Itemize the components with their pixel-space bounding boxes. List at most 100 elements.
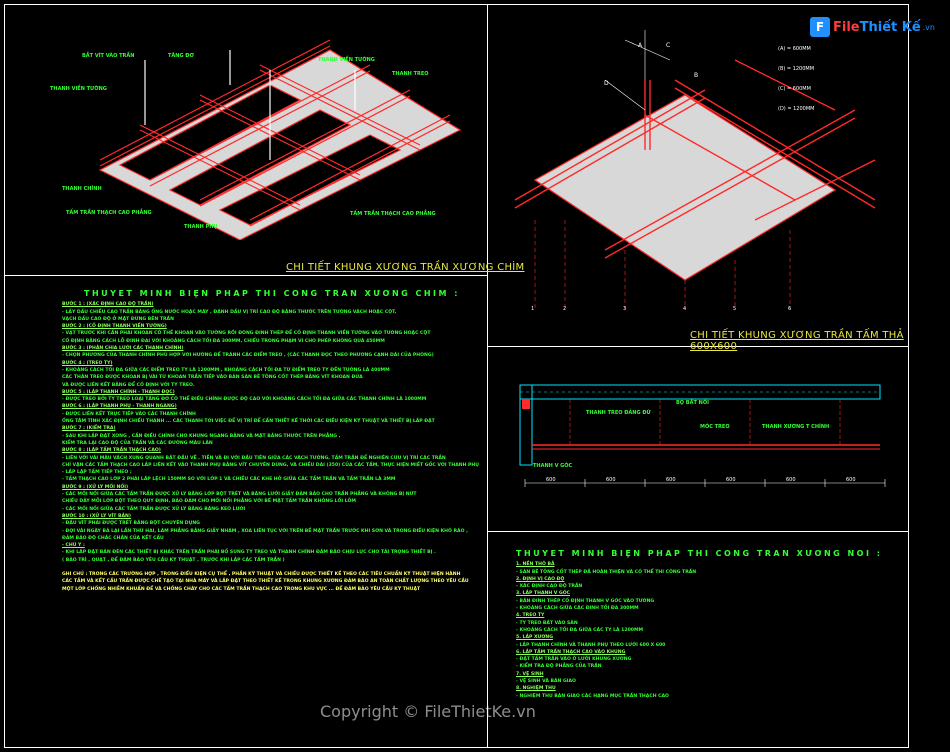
note-line: 2. ĐỊNH VỊ CAO ĐỘ xyxy=(516,576,565,582)
note-line: 7. VỆ SINH xyxy=(516,671,544,677)
grid-num-6: 6 xyxy=(788,306,792,312)
divider-right-bottom xyxy=(487,531,909,532)
dim-3: 600 xyxy=(666,477,676,483)
notes-exposed-ceiling: THUYẾT MINH BIỆN PHÁP THI CÔNG TRẦN XƯƠN… xyxy=(516,550,901,730)
label-section-hanger: THANH TREO ĐẢNG ĐỨ xyxy=(586,410,651,416)
note-line xyxy=(62,564,482,571)
label-section-connector: BỘ BẮT NỐI xyxy=(676,400,709,406)
title-drawing2: CHI TIẾT KHUNG XƯƠNG TRẦN TẤM THẢ 600X60… xyxy=(690,330,904,352)
label-turnbuckle: TĂNG ĐƠ xyxy=(168,53,194,59)
note-line: - TY TREO BẮT VÀO SÀN xyxy=(516,620,578,626)
note-line: 8. NGHIỆM THU xyxy=(516,686,556,692)
note-line: - KIỂM TRA ĐỘ PHẲNG CỦA TRẦN xyxy=(516,664,602,670)
note-line: - ĐỢI VÀI NGÀY BẢ LẠI LẦN THỨ HAI, LÀM P… xyxy=(62,528,468,534)
note-line: CÁC TẤM VÀ KẾT CẤU TRẦN ĐƯỢC CHẾ TẠO TẠI… xyxy=(62,579,469,585)
note-line: - KHOẢNG CÁCH GIỮA CÁC ĐINH TỐI ĐA 300MM xyxy=(516,606,639,612)
label-section-main-t: THANH XƯƠNG T CHÍNH xyxy=(762,424,830,430)
note-line: - LẮP THANH CHÍNH VÀ THANH PHỤ THEO LƯỚI… xyxy=(516,642,666,648)
notes-left-heading: THUYẾT MINH BIỆN PHÁP THI CÔNG TRẦN XƯƠN… xyxy=(84,290,460,298)
note-line: BƯỚC 8 : (LẮP TẤM TRẦN THẠCH CAO) xyxy=(62,448,161,454)
note-line: - NGHIỆM THU BÀN GIAO CÁC HẠNG MỤC TRẦN … xyxy=(516,693,669,699)
label-cross-runner: THANH PHỤ xyxy=(184,224,218,230)
note-line: VẠCH DẤU CAO ĐỘ Ở MẶT ĐỨNG BÊN TRẦN xyxy=(62,316,174,322)
grid-num-4: 4 xyxy=(683,306,687,312)
label-screw: BẮT VÍT VÀO TRẦN xyxy=(82,53,135,59)
dim-2: 600 xyxy=(606,477,616,483)
label-gypsum-right: TẤM TRẦN THẠCH CAO PHẲNG xyxy=(350,211,436,217)
dim-1: 600 xyxy=(546,477,556,483)
note-line: - VỆ SINH VÀ BÀN GIAO xyxy=(516,679,576,685)
note-line: - TẤM THẠCH CAO LỚP 2 PHẢI LẮP LỆCH 150M… xyxy=(62,477,396,483)
label-section-hook: MÓC TREO xyxy=(700,424,730,430)
note-line: - KHOẢNG CÁCH TỐI ĐA GIỮA CÁC ĐIỂM TREO … xyxy=(62,367,390,373)
note-line: CỐ ĐỊNH BẰNG CÁCH LỖ ĐINH ĐAI VỚI KHOẢNG… xyxy=(62,338,385,344)
label-gypsum-left: TẤM TRẦN THẠCH CAO PHẲNG xyxy=(66,210,152,216)
title-drawing1: CHI TIẾT KHUNG XƯƠNG TRẦN XƯƠNG CHÌM xyxy=(286,262,525,273)
note-line: - SÀN BÊ TÔNG CỐT THÉP ĐÃ HOÀN THIỆN VÀ … xyxy=(516,569,697,575)
note-line: BƯỚC 6 : (LẮP THANH PHỤ - THANH NGANG) xyxy=(62,404,177,410)
label-main-runner: THANH CHÍNH xyxy=(62,186,102,192)
note-line: CHỈ VẬN CÁC TẤM THẠCH CAO LẮP LIÊN KẾT V… xyxy=(62,462,479,468)
drawing-ceiling-section xyxy=(519,384,886,487)
note-line: - KHOẢNG CÁCH TỐI ĐA GIỮA CÁC TY LÀ 1200… xyxy=(516,627,644,633)
note-line: BƯỚC 4 : (TREO TY) xyxy=(62,360,113,366)
note-line: - CÁC MỐI NỐI GIỮA CÁC TẤM TRẦN ĐƯỢC XỬ … xyxy=(62,492,417,498)
note-line: 1. NỀN THÔ BÃ xyxy=(516,562,555,568)
note-line: - LẤY DẤU CHIỀU CAO TRẦN BẰNG ỐNG NƯỚC H… xyxy=(62,309,397,315)
legend-b: (B) = 1200MM xyxy=(778,66,815,72)
vertical-divider xyxy=(487,4,488,748)
label-wall-angle-top: THANH VIỀN TƯỜNG xyxy=(318,57,375,63)
note-line: - ĐƯỢC TREO BỞI TY TREO LOẠI TĂNG ĐƠ CÓ … xyxy=(62,397,427,403)
note-line: - CHÚ Ý : xyxy=(62,543,85,549)
drawing-lay-in-grid xyxy=(514,30,876,310)
note-line: BƯỚC 9 : (XỬ LÝ MỐI NỐI) xyxy=(62,484,129,490)
divider-left-top xyxy=(4,275,487,276)
note-line: MỘT LỚP CHỐNG NHIỄM KHUẨN ĐỂ VÀ CHỐNG CH… xyxy=(62,586,421,592)
note-line: BƯỚC 7 : (KIỂM TRA) xyxy=(62,426,116,432)
note-line: - BẮN ĐINH THÉP CỐ ĐỊNH THANH V GÓC VÀO … xyxy=(516,598,655,604)
copyright-watermark: Copyright © FileThietKe.vn xyxy=(320,702,536,721)
note-line: ỐNG TÂM TĨNH XÁC ĐỊNH CHIỀU THANH ... CÁ… xyxy=(62,419,435,425)
note-line: CHIỀU DÀY MỖI LỚP BỘT THEO QUY ĐỊNH, BẢO… xyxy=(62,499,356,505)
note-line: 4. TREO TY xyxy=(516,613,545,619)
note-line: 5. LẮP XƯƠNG xyxy=(516,635,553,641)
label-wall-angle-left: THANH VIỀN TƯỜNG xyxy=(50,86,107,92)
note-line: - LIÊN VỚI VÀI MÀU VÁCH XUNG QUANH BẮT Đ… xyxy=(62,455,446,461)
note-line: - ĐƯỢC LIÊN KẾT TRỰC TIẾP VÀO CÁC THANH … xyxy=(62,411,196,417)
note-line: BƯỚC 5 : (LẮP THANH CHÍNH - THANH ĐỌC) xyxy=(62,389,175,395)
label-section-v-angle: THANH V GÓC xyxy=(533,463,573,469)
legend-c: (C) = 600MM xyxy=(778,86,811,92)
note-line: BƯỚC 3 : (PHÂN CHIA LƯỚI CÁC THANH CHÍNH… xyxy=(62,346,184,352)
dim-5: 600 xyxy=(786,477,796,483)
note-line: - ĐẦU VÍT PHẢI ĐƯỢC TRÉT BẰNG BỘT CHUYÊN… xyxy=(62,521,200,527)
axis-letter-a: A xyxy=(638,42,643,49)
note-line: - ĐẶT TẤM TRẦN VÀO Ô LƯỚI KHUNG XƯƠNG xyxy=(516,657,632,663)
note-line: - CÁC MỐI NỐI GIỮA CÁC TẤM TRẦN ĐƯỢC XỬ … xyxy=(62,506,246,512)
note-line: ĐẢM BẢO ĐỘ CHẮC CHẮN CỦA KẾT CẤU xyxy=(62,535,164,541)
logo-suffix: .vn xyxy=(922,22,935,32)
axis-letter-b: B xyxy=(694,72,699,79)
grid-num-5: 5 xyxy=(733,306,737,312)
note-line: 6. LẮP TẤM TRẦN THẠCH CAO VÀO KHUNG xyxy=(516,649,626,655)
note-line: BƯỚC 1 : (XÁC ĐỊNH CAO ĐỘ TRẦN) xyxy=(62,302,154,308)
note-line: - CHỌN PHƯƠNG CỦA THANH CHÍNH PHÙ HỢP VỚ… xyxy=(62,353,434,359)
axis-letter-d: D xyxy=(604,80,609,87)
note-line: BƯỚC 2 : (CỐ ĐỊNH THANH VIỀN TƯỜNG) xyxy=(62,324,167,330)
dim-6: 600 xyxy=(846,477,856,483)
note-line: - SAU KHI LẮP ĐẶT XONG , CẦN ĐIỀU CHỈNH … xyxy=(62,433,341,439)
label-hanger: THANH TREO xyxy=(392,71,429,77)
note-line: GHI CHÚ : TRONG CÁC TRƯỜNG HỢP , TRONG Đ… xyxy=(62,571,461,577)
note-line: ( BẢO TRÌ , QUẠT , ĐỂ ĐẢM BẢO YÊU CẦU KỸ… xyxy=(62,557,285,563)
grid-num-1: 1 xyxy=(531,306,535,312)
legend-d: (D) = 1200MM xyxy=(778,106,815,112)
note-line: - VẠT TRƯỚC KHI CẦN PHẢI KHOAN CỐ THẾ KH… xyxy=(62,331,431,337)
dim-4: 600 xyxy=(726,477,736,483)
note-line: KIỂM TRA LẠI CAO ĐỘ CỦA TRẦN VÀ CÁC ĐƯỜN… xyxy=(62,440,213,446)
note-line: CÁC THÀN TREO ĐƯỢC KHOAN BỊ VÀI TỪ KHOAN… xyxy=(62,375,363,381)
legend-a: (A) = 600MM xyxy=(778,46,811,52)
axis-letter-c: C xyxy=(666,42,671,49)
grid-num-2: 2 xyxy=(563,306,567,312)
note-line: - XÁC ĐỊNH CAO ĐỘ TRẦN xyxy=(516,584,583,590)
note-line: - KHI LẮP ĐẶT BẢN ĐÈN CÁC THIẾT BỊ KHÁC … xyxy=(62,550,436,556)
note-line: - LẮP LẶP TẤM TIẾP THEO ; xyxy=(62,470,132,476)
